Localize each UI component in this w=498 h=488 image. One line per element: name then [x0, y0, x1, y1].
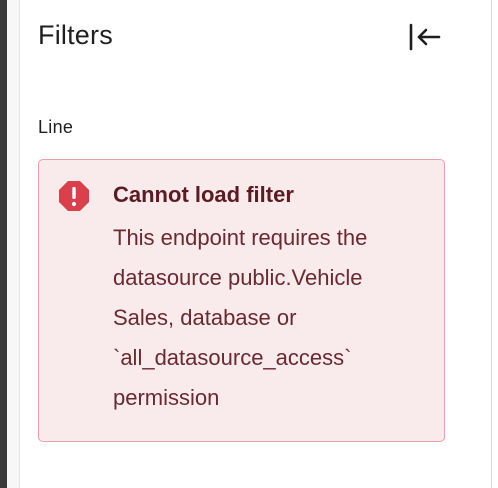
collapse-left-icon	[409, 23, 441, 51]
error-title: Cannot load filter	[113, 182, 294, 207]
scrollbar-track[interactable]	[491, 0, 498, 488]
filter-label: Line	[38, 117, 74, 137]
panel-title: Filters	[38, 20, 113, 50]
collapse-panel-button[interactable]	[406, 20, 444, 54]
error-alert: Cannot load filter This endpoint require…	[38, 159, 445, 442]
filters-panel: Filters Line Cannot load filter This end…	[20, 0, 491, 488]
left-edge	[0, 0, 20, 488]
error-octagon-icon	[59, 181, 89, 211]
error-message: This endpoint requires the datasource pu…	[113, 225, 368, 410]
